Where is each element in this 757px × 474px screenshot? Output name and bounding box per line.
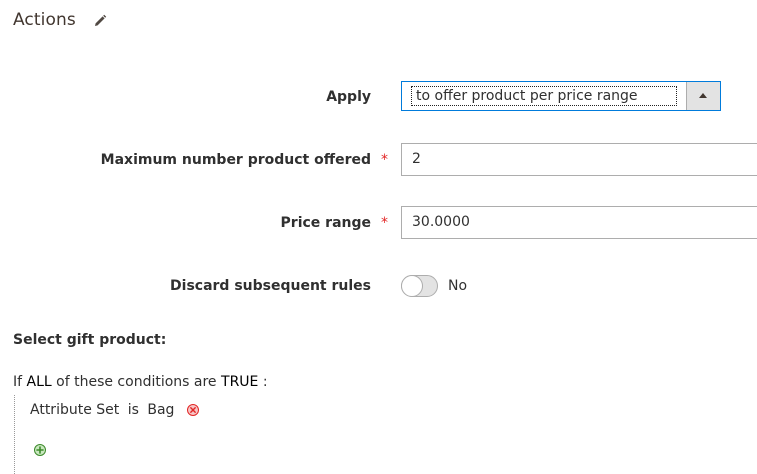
apply-select-value: to offer product per price range bbox=[411, 86, 677, 106]
value-link[interactable]: TRUE bbox=[221, 374, 258, 390]
conditions-suffix: : bbox=[262, 374, 268, 390]
conditions-prefix: If bbox=[13, 374, 23, 390]
price-range-input[interactable]: 30.0000 bbox=[401, 206, 757, 239]
rule-attribute: Attribute Set bbox=[30, 402, 120, 418]
conditions-statement: If ALL of these conditions are TRUE : bbox=[13, 374, 268, 390]
price-range-label: Price range bbox=[280, 215, 371, 231]
conditions-tree-line bbox=[14, 395, 15, 474]
required-asterisk: * bbox=[381, 215, 388, 231]
section-title: Actions bbox=[13, 10, 76, 30]
discard-rules-state: No bbox=[448, 278, 468, 294]
select-toggle-button[interactable] bbox=[686, 82, 720, 110]
rule-value-link[interactable]: Bag bbox=[147, 402, 174, 418]
apply-label: Apply bbox=[326, 89, 371, 105]
aggregator-link[interactable]: ALL bbox=[27, 374, 52, 390]
required-asterisk: * bbox=[381, 152, 388, 168]
apply-select[interactable]: to offer product per price range bbox=[401, 81, 721, 111]
add-circle-icon[interactable] bbox=[34, 444, 46, 456]
conditions-middle: of these conditions are bbox=[56, 374, 217, 390]
rule-operator-link[interactable]: is bbox=[128, 402, 139, 418]
remove-circle-icon[interactable] bbox=[186, 404, 199, 416]
gift-heading: Select gift product: bbox=[13, 332, 167, 348]
max-products-input[interactable]: 2 bbox=[401, 143, 757, 176]
max-products-label: Maximum number product offered bbox=[100, 152, 371, 168]
discard-rules-label: Discard subsequent rules bbox=[170, 278, 371, 294]
pencil-icon[interactable] bbox=[92, 13, 108, 29]
discard-rules-toggle[interactable] bbox=[401, 275, 438, 297]
chevron-up-icon bbox=[699, 93, 707, 98]
condition-rule: Attribute Set is Bag bbox=[30, 402, 199, 418]
toggle-knob bbox=[401, 275, 423, 297]
